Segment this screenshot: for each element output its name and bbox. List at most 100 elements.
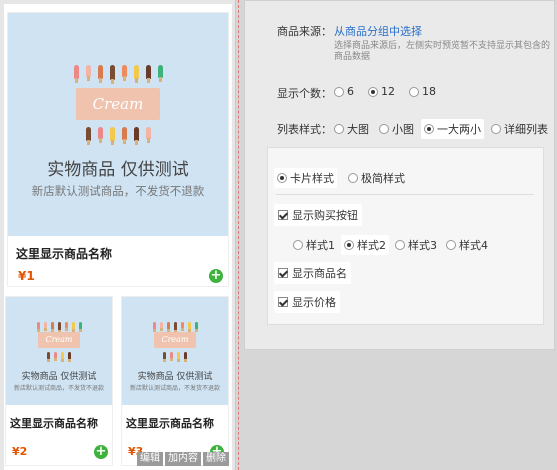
buy-style-3[interactable]: 样式3 bbox=[392, 235, 440, 255]
count-option-6[interactable]: 6 bbox=[331, 83, 357, 100]
checkbox-checked-icon bbox=[278, 297, 288, 307]
card-style-radio-group: 卡片样式 极简样式 bbox=[274, 168, 416, 188]
radio-icon bbox=[491, 124, 501, 134]
radio-label: 大图 bbox=[347, 123, 369, 136]
product-card-small[interactable]: Cream 实物商品 仅供测试 新店默认测试商品，不发货不退款 这里显示商品名称… bbox=[5, 296, 113, 466]
icecream-icon bbox=[133, 127, 139, 145]
add-to-cart-icon[interactable]: + bbox=[209, 269, 223, 283]
show-name-checkbox[interactable]: 显示商品名 bbox=[274, 262, 351, 284]
product-image: Cream 实物商品 仅供测试 新店默认测试商品，不发货不退款 bbox=[8, 13, 228, 236]
product-card-large[interactable]: Cream 实物商品 仅供测试 新店默认测试商品，不发货不退款 这里显示商品名称… bbox=[7, 12, 229, 287]
count-option-12[interactable]: 12 bbox=[365, 83, 398, 100]
checkbox-checked-icon bbox=[278, 268, 288, 278]
add-to-cart-icon[interactable]: + bbox=[94, 445, 108, 459]
radio-selected-icon bbox=[368, 86, 378, 97]
list-style-one-large-two-small[interactable]: 一大两小 bbox=[421, 119, 484, 139]
icecream-icon bbox=[166, 322, 170, 332]
radio-icon bbox=[395, 240, 405, 250]
image-title: 实物商品 仅供测试 bbox=[47, 160, 189, 180]
icecream-icon bbox=[61, 352, 64, 362]
count-radio-group: 6 12 18 bbox=[331, 83, 447, 100]
radio-icon bbox=[446, 240, 456, 250]
icecream-icons-row-1 bbox=[6, 322, 112, 333]
icecream-icon bbox=[177, 352, 180, 362]
list-style-small[interactable]: 小图 bbox=[376, 119, 417, 139]
module-edit-bar: 编辑 加内容 删除 bbox=[137, 452, 229, 466]
count-option-18[interactable]: 18 bbox=[406, 83, 439, 100]
icecream-icons-row-2 bbox=[6, 352, 112, 362]
icecream-icon bbox=[121, 127, 127, 144]
image-title: 实物商品 仅供测试 bbox=[137, 372, 213, 382]
image-subtitle: 新店默认测试商品，不发货不退款 bbox=[31, 184, 205, 198]
product-price: ¥2 bbox=[12, 445, 28, 458]
radio-selected-icon bbox=[424, 124, 434, 134]
radio-selected-icon bbox=[344, 240, 354, 250]
source-hint-line2: 商品数据 bbox=[334, 52, 371, 62]
radio-label: 18 bbox=[422, 85, 436, 98]
image-title: 实物商品 仅供测试 bbox=[21, 372, 97, 382]
icecream-icon bbox=[145, 127, 151, 143]
checkbox-label: 显示购买按钮 bbox=[292, 209, 358, 222]
product-price: ¥1 bbox=[18, 269, 35, 283]
icecream-icon bbox=[133, 65, 139, 83]
buy-style-2[interactable]: 样式2 bbox=[341, 235, 389, 255]
checkbox-checked-icon bbox=[278, 210, 288, 220]
source-hint-line1: 选择商品来源后，左侧实时预览暂不支持显示其包含的 bbox=[334, 41, 551, 51]
icecream-icon bbox=[85, 65, 91, 81]
choose-from-group-link[interactable]: 从商品分组中选择 bbox=[334, 23, 422, 39]
icecream-icon bbox=[173, 322, 177, 333]
settings-panel: 商品来源： 从商品分组中选择 选择商品来源后，左侧实时预览暂不支持显示其包含的 … bbox=[244, 0, 555, 350]
icecream-icon bbox=[109, 127, 115, 145]
product-card-small[interactable]: Cream 实物商品 仅供测试 新店默认测试商品，不发货不退款 这里显示商品名称… bbox=[121, 296, 229, 466]
radio-label: 12 bbox=[381, 85, 395, 98]
dashed-separator bbox=[238, 0, 239, 470]
product-image: Cream 实物商品 仅供测试 新店默认测试商品，不发货不退款 bbox=[6, 297, 112, 405]
icecream-icon bbox=[50, 322, 54, 332]
icecream-icon bbox=[85, 127, 91, 145]
image-subtitle: 新店默认测试商品，不发货不退款 bbox=[129, 385, 220, 392]
delete-button[interactable]: 删除 bbox=[203, 452, 229, 466]
cream-banner: Cream bbox=[76, 88, 160, 120]
radio-icon bbox=[348, 173, 358, 183]
radio-label: 小图 bbox=[392, 123, 414, 136]
icecream-icon bbox=[73, 65, 79, 83]
icecream-icon bbox=[170, 352, 173, 361]
icecream-icons-row-1 bbox=[8, 65, 228, 84]
cream-banner: Cream bbox=[38, 332, 80, 348]
radio-label: 样式2 bbox=[357, 239, 386, 252]
product-name: 这里显示商品名称 bbox=[126, 417, 214, 430]
icecream-icon bbox=[194, 322, 198, 332]
icecream-icon bbox=[145, 65, 151, 83]
icecream-icon bbox=[157, 65, 163, 82]
list-style-large[interactable]: 大图 bbox=[331, 119, 372, 139]
count-label: 显示个数： bbox=[277, 87, 332, 100]
edit-button[interactable]: 编辑 bbox=[137, 452, 163, 466]
icecream-icon bbox=[78, 322, 82, 332]
radio-label: 6 bbox=[347, 85, 354, 98]
radio-label: 极简样式 bbox=[361, 172, 405, 185]
radio-icon bbox=[334, 86, 344, 97]
icecream-icon bbox=[47, 352, 50, 362]
icecream-icon bbox=[180, 322, 184, 331]
card-style-panel: 卡片样式 极简样式 显示购买按钮 样式1 样式2 样式3 样式4 显示商品名 显… bbox=[267, 147, 544, 325]
radio-icon bbox=[379, 124, 389, 134]
icecream-icon bbox=[163, 352, 166, 362]
add-content-button[interactable]: 加内容 bbox=[165, 452, 201, 466]
radio-label: 一大两小 bbox=[437, 123, 481, 136]
icecream-icon bbox=[187, 322, 191, 332]
source-label: 商品来源： bbox=[277, 25, 332, 38]
show-price-checkbox[interactable]: 显示价格 bbox=[274, 291, 340, 313]
card-style-minimal[interactable]: 极简样式 bbox=[345, 168, 408, 188]
radio-label: 样式4 bbox=[459, 239, 488, 252]
checkbox-label: 显示价格 bbox=[292, 296, 336, 309]
icecream-icon bbox=[57, 322, 61, 333]
card-style-card[interactable]: 卡片样式 bbox=[274, 168, 337, 188]
icecream-icon bbox=[71, 322, 75, 332]
radio-label: 详细列表 bbox=[504, 123, 548, 136]
buy-style-1[interactable]: 样式1 bbox=[290, 235, 338, 255]
show-buy-button-checkbox[interactable]: 显示购买按钮 bbox=[274, 204, 362, 226]
icecream-icon bbox=[54, 352, 57, 361]
product-name: 这里显示商品名称 bbox=[16, 247, 113, 261]
list-style-detail-list[interactable]: 详细列表 bbox=[488, 119, 551, 139]
buy-style-4[interactable]: 样式4 bbox=[443, 235, 491, 255]
